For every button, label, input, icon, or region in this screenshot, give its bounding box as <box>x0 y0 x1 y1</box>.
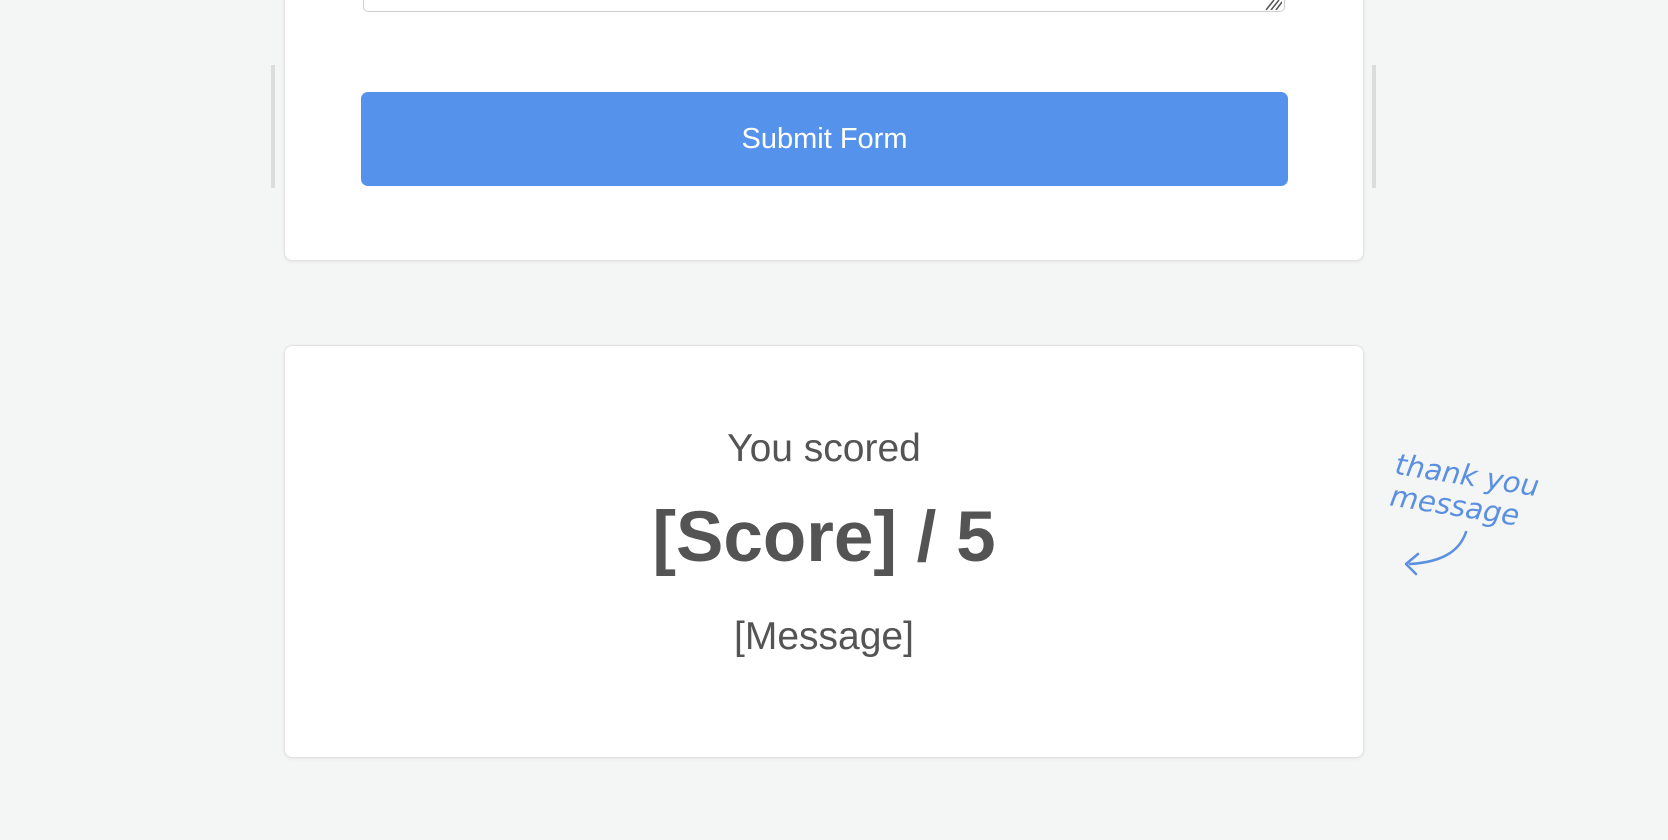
result-card: You scored [Score] / 5 [Message] <box>284 345 1364 758</box>
right-guide-line <box>1372 65 1376 188</box>
annotation-label: thank you message <box>1388 447 1542 534</box>
message-textarea[interactable] <box>363 0 1285 12</box>
left-guide-line <box>271 65 275 188</box>
score-intro: You scored <box>727 427 921 470</box>
thank-you-annotation: thank you message <box>1388 447 1574 588</box>
resize-handle-icon[interactable] <box>1260 0 1282 10</box>
curved-arrow-left-icon <box>1404 530 1468 576</box>
result-message: [Message] <box>734 615 914 658</box>
score-value: [Score] / 5 <box>652 498 996 577</box>
form-card: Submit Form <box>284 0 1364 261</box>
submit-form-button[interactable]: Submit Form <box>361 92 1288 186</box>
